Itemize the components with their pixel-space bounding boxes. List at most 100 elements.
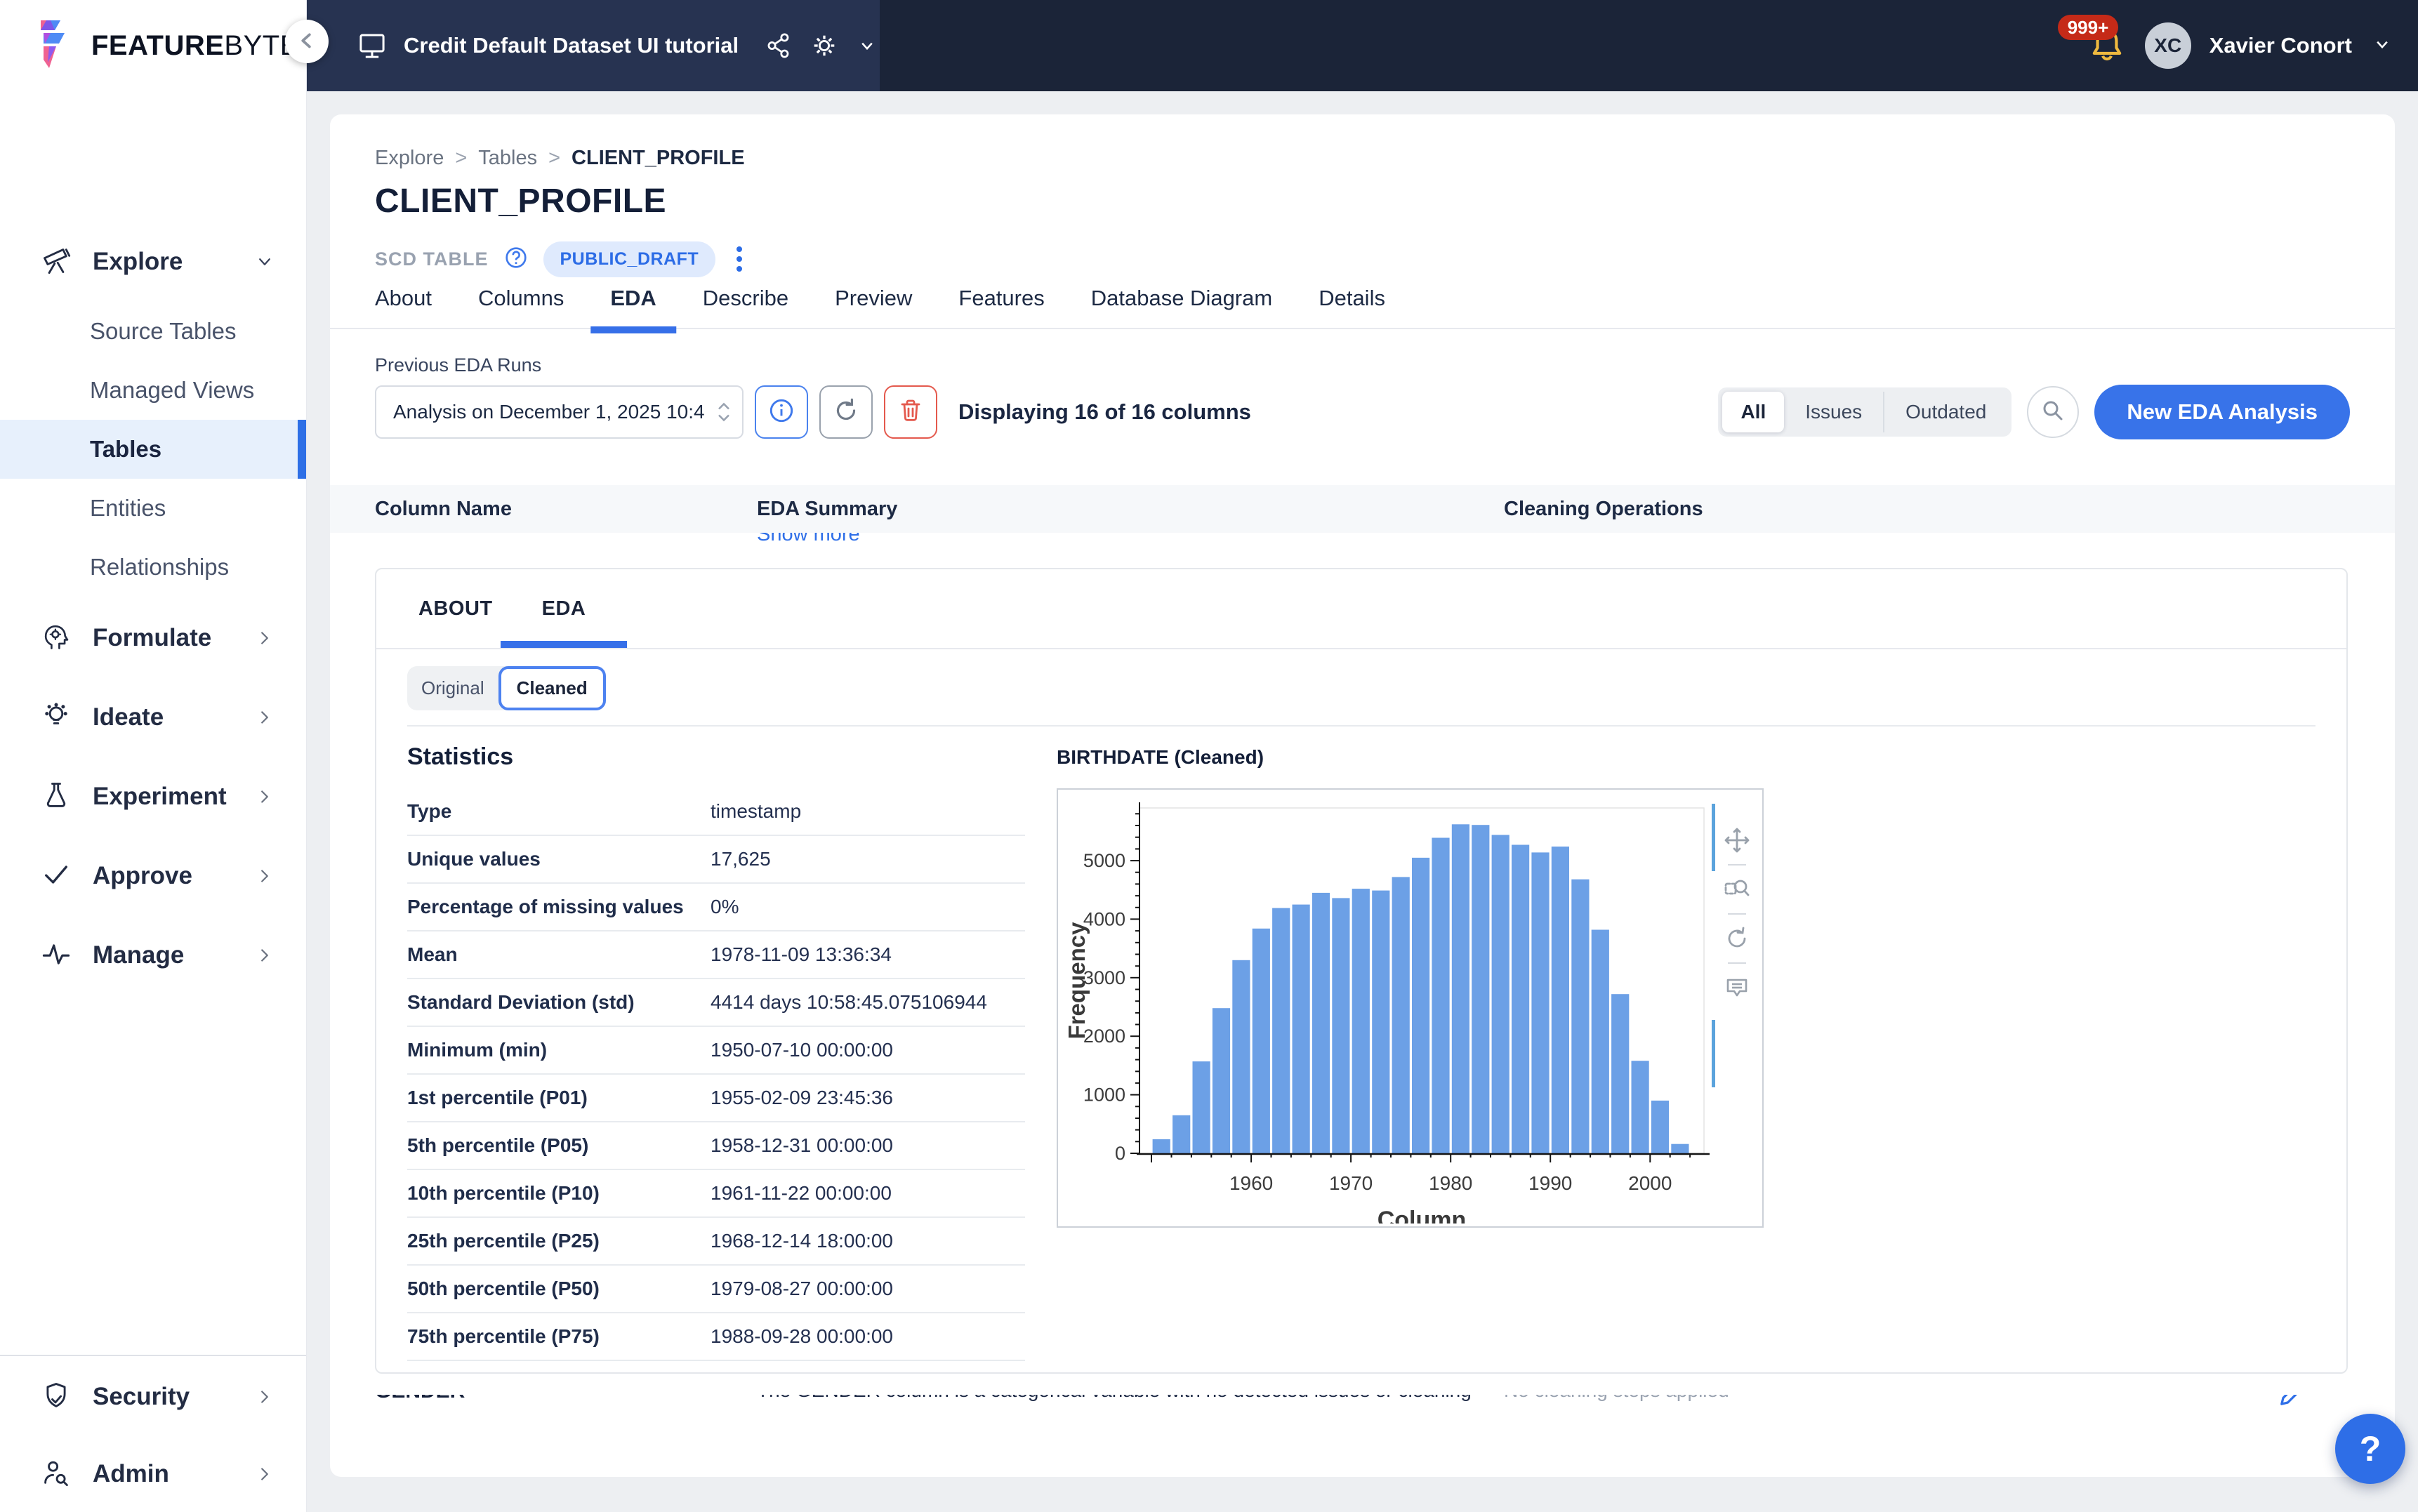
avatar[interactable]: XC <box>2145 22 2191 69</box>
tab-about[interactable]: About <box>375 283 432 328</box>
filter-outdated[interactable]: Outdated <box>1883 392 2007 432</box>
sidebar-item-tables[interactable]: Tables <box>0 420 306 479</box>
show-more-link[interactable]: Show more <box>757 533 860 546</box>
statistic-row-clipped <box>407 1361 1025 1374</box>
column-detail-tabs: ABOUT EDA <box>376 569 2346 649</box>
detail-tab-about[interactable]: ABOUT <box>418 597 493 648</box>
column-name-header: Column Name <box>375 498 757 521</box>
tab-details[interactable]: Details <box>1319 283 1385 328</box>
histogram-plot[interactable]: 0100020003000400050001960197019801990200… <box>1058 790 1712 1227</box>
tab-features[interactable]: Features <box>958 283 1044 328</box>
toggle-cleaned[interactable]: Cleaned <box>498 666 606 710</box>
tab-database-diagram[interactable]: Database Diagram <box>1091 283 1272 328</box>
table-tabs: About Columns EDA Describe Preview Features Da… <box>330 283 2395 329</box>
brand-name: FEATUREBYTE <box>91 30 299 62</box>
tab-columns[interactable]: Columns <box>478 283 564 328</box>
statistic-row: Unique values17,625 <box>407 836 1025 884</box>
search-icon <box>2039 397 2067 428</box>
sidebar-collapse-button[interactable] <box>285 20 329 63</box>
hover-tool-icon[interactable] <box>1723 974 1751 1002</box>
chevron-right-icon <box>254 1386 275 1407</box>
toolbar-accent-top <box>1712 804 1715 871</box>
table-row[interactable]: GENDER The GENDER column is a categorica… <box>375 1395 2367 1434</box>
sidebar-item-ideate[interactable]: Ideate <box>0 686 306 749</box>
toggle-original[interactable]: Original <box>407 668 498 709</box>
tab-preview[interactable]: Preview <box>835 283 912 328</box>
svg-text:1000: 1000 <box>1083 1085 1125 1106</box>
eda-summary-header: EDA Summary <box>757 498 1504 521</box>
svg-text:1990: 1990 <box>1528 1172 1572 1194</box>
sidebar-subnav: Source TablesManaged ViewsTablesEntities… <box>0 302 306 597</box>
pulse-icon <box>41 939 72 973</box>
help-circle-icon[interactable] <box>503 244 529 274</box>
chevron-right-icon <box>254 866 275 887</box>
help-button[interactable]: ? <box>2335 1414 2405 1484</box>
bell-icon <box>2087 58 2127 69</box>
statistic-row: 10th percentile (P10)1961-11-22 00:00:00 <box>407 1170 1025 1218</box>
statistic-value: 4414 days 10:58:45.075106944 <box>711 991 1025 1014</box>
sidebar-item-relationships[interactable]: Relationships <box>0 538 306 597</box>
chevron-right-icon <box>254 1464 275 1485</box>
project-title: Credit Default Dataset UI tutorial <box>404 33 739 58</box>
statistic-value: 1950-07-10 00:00:00 <box>711 1039 1025 1061</box>
sidebar-item-admin[interactable]: Admin <box>0 1443 306 1506</box>
pan-tool-icon[interactable] <box>1723 826 1751 854</box>
sidebar-footer-nav: Security Admin <box>0 1355 306 1506</box>
sidebar-item-security[interactable]: Security <box>0 1365 306 1428</box>
previous-eda-runs-label: Previous EDA Runs <box>375 354 541 376</box>
statistic-value: 1978-11-09 13:36:34 <box>711 943 1025 966</box>
tab-eda[interactable]: EDA <box>610 283 656 328</box>
user-menu-chevron-icon[interactable] <box>2370 32 2394 60</box>
trash-icon <box>897 397 925 428</box>
svg-text:Frequency: Frequency <box>1064 922 1090 1040</box>
tab-describe[interactable]: Describe <box>703 283 788 328</box>
run-info-button[interactable] <box>755 385 808 439</box>
statistic-label: 25th percentile (P25) <box>407 1230 711 1252</box>
refresh-run-button[interactable] <box>819 385 873 439</box>
info-icon <box>767 396 796 429</box>
sidebar-item-label: Formulate <box>93 624 211 652</box>
sidebar-item-manage[interactable]: Manage <box>0 924 306 987</box>
box-zoom-tool-icon[interactable] <box>1723 875 1751 903</box>
refresh-icon <box>831 396 861 429</box>
sidebar-item-label: Admin <box>93 1460 169 1488</box>
chevron-down-icon <box>254 251 275 272</box>
notifications-button[interactable]: 999+ <box>2087 25 2127 67</box>
edit-icon[interactable] <box>2275 1395 2306 1414</box>
search-button[interactable] <box>2027 386 2079 438</box>
more-actions-icon[interactable] <box>729 244 749 274</box>
sidebar-item-source-tables[interactable]: Source Tables <box>0 302 306 361</box>
statistic-value: timestamp <box>711 800 1025 823</box>
sidebar-item-formulate[interactable]: Formulate <box>0 606 306 670</box>
sidebar-item-approve[interactable]: Approve <box>0 844 306 908</box>
table-meta-row: SCD TABLE PUBLIC_DRAFT <box>375 241 749 277</box>
gear-icon[interactable] <box>809 30 840 61</box>
sidebar-item-managed-views[interactable]: Managed Views <box>0 361 306 420</box>
statistic-value: 1968-12-14 18:00:00 <box>711 1230 1025 1252</box>
detail-tab-eda[interactable]: EDA <box>542 597 586 648</box>
svg-text:Column: Column <box>1378 1207 1467 1223</box>
sidebar-item-entities[interactable]: Entities <box>0 479 306 538</box>
eda-run-select[interactable]: Analysis on December 1, 2025 10:48:22 AM <box>375 385 744 439</box>
column-name-cell: GENDER <box>375 1395 757 1403</box>
breadcrumb-item[interactable]: Tables <box>478 147 537 170</box>
sidebar-item-experiment[interactable]: Experiment <box>0 765 306 828</box>
eda-controls-row: Analysis on December 1, 2025 10:48:22 AM <box>375 384 2350 440</box>
project-switcher[interactable]: Credit Default Dataset UI tutorial <box>307 0 880 91</box>
statistic-row: Percentage of missing values0% <box>407 884 1025 931</box>
sidebar-item-explore[interactable]: Explore <box>0 230 306 293</box>
filter-issues[interactable]: Issues <box>1784 392 1883 432</box>
statistic-value: 1958-12-31 00:00:00 <box>711 1134 1025 1157</box>
lightbulb-icon <box>41 701 72 735</box>
sidebar-item-label: Security <box>93 1383 190 1411</box>
chevron-down-icon[interactable] <box>855 34 879 58</box>
sidebar-item-label: Manage <box>93 941 184 969</box>
new-eda-analysis-button[interactable]: New EDA Analysis <box>2094 385 2350 439</box>
breadcrumb-item[interactable]: Explore <box>375 147 444 170</box>
brand-logo[interactable]: FEATUREBYTE <box>0 0 306 91</box>
filter-all[interactable]: All <box>1722 392 1784 432</box>
reset-tool-icon[interactable] <box>1723 924 1751 953</box>
share-icon[interactable] <box>764 31 793 60</box>
delete-run-button[interactable] <box>884 385 937 439</box>
displaying-count-text: Displaying 16 of 16 columns <box>958 399 1251 425</box>
